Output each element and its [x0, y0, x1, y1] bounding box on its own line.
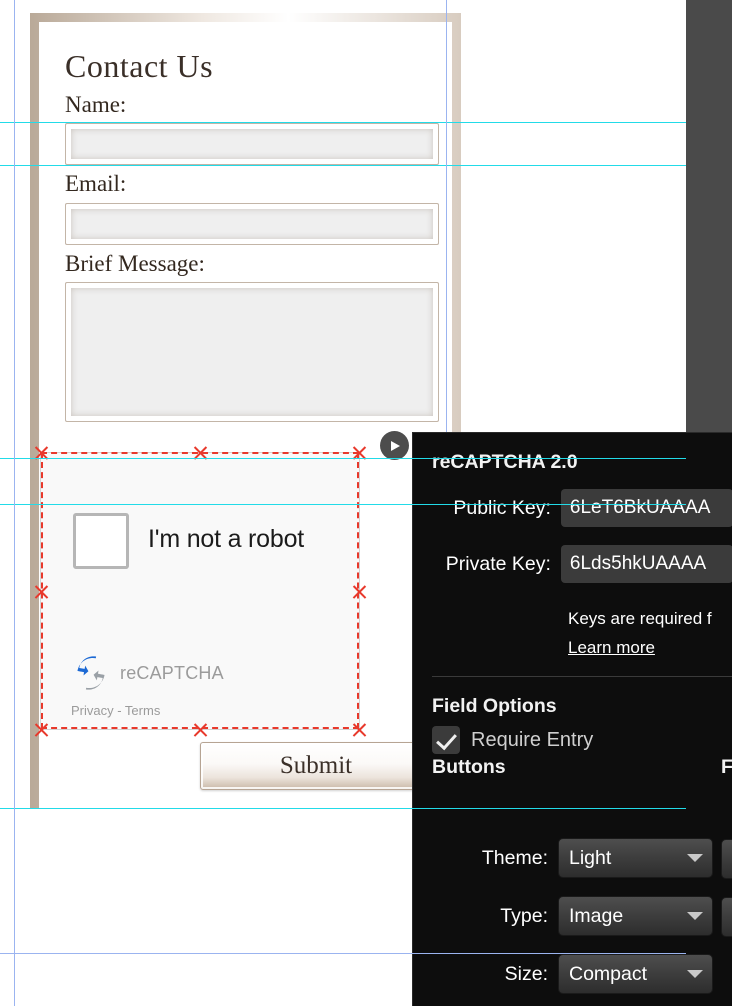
selection-handle-bottom-left[interactable] — [33, 721, 50, 738]
contact-form-body: Contact Us Name: Email: Brief Message: — [65, 46, 439, 423]
name-field-label: Name: — [65, 92, 127, 117]
message-field-label: Brief Message: — [65, 250, 205, 276]
panel-title: reCAPTCHA 2.0 — [432, 451, 578, 473]
guide-horizontal-4[interactable] — [0, 504, 686, 505]
require-entry-label: Require Entry — [471, 728, 594, 751]
guide-vertical-2[interactable] — [446, 0, 447, 432]
recaptcha-brand-label: reCAPTCHA — [120, 662, 224, 683]
require-entry-row[interactable]: Require Entry — [432, 726, 593, 754]
selection-handle-bottom-right[interactable] — [351, 721, 368, 738]
chevron-down-icon — [687, 970, 703, 978]
learn-more-link[interactable]: Learn more — [568, 638, 655, 658]
recaptcha-checkbox[interactable] — [73, 513, 129, 569]
email-field-label: Email: — [65, 171, 127, 197]
chevron-down-icon — [687, 854, 703, 862]
type-label: Type: — [500, 904, 548, 927]
buttons-heading: Buttons — [432, 756, 506, 778]
size-label: Size: — [504, 962, 548, 985]
public-key-label: Public Key: — [453, 496, 551, 519]
private-key-input[interactable]: 6Lds5hkUAAAA — [560, 545, 732, 583]
size-dropdown[interactable]: Compact — [558, 954, 713, 994]
recaptcha-logo-icon — [77, 656, 105, 690]
theme-row: Theme: Light — [413, 838, 732, 878]
public-key-input[interactable]: 6LeT6BkUAAAA — [560, 489, 732, 527]
guide-horizontal-3[interactable] — [0, 458, 686, 459]
guide-horizontal-6[interactable] — [0, 953, 686, 954]
public-key-row: Public Key: 6LeT6BkUAAAA — [413, 489, 732, 527]
right-column-heading: F — [721, 756, 732, 778]
chevron-down-icon — [687, 912, 703, 920]
theme-label: Theme: — [481, 846, 548, 869]
submit-button[interactable]: Submit — [200, 742, 432, 790]
email-input[interactable] — [65, 202, 439, 245]
guide-horizontal-5[interactable] — [0, 808, 686, 809]
screenshot-root: Contact Us Name: Email: Brief Message: I… — [0, 0, 732, 1006]
field-options-heading: Field Options — [432, 695, 557, 717]
recaptcha-widget[interactable]: I'm not a robot reCAPTCHA Privacy - Term… — [40, 452, 360, 730]
guide-horizontal-2[interactable] — [0, 165, 686, 166]
private-key-label: Private Key: — [445, 552, 551, 575]
selection-handle-bottom-center[interactable] — [192, 721, 209, 738]
size-row: Size: Compact — [413, 954, 732, 994]
selection-handle-middle-left[interactable] — [33, 583, 50, 600]
recaptcha-logo-group: reCAPTCHA — [71, 653, 224, 693]
theme-value: Light — [569, 846, 612, 869]
private-key-row: Private Key: 6Lds5hkUAAAA — [413, 545, 732, 583]
size-value: Compact — [569, 962, 648, 985]
name-input[interactable] — [65, 123, 439, 166]
page-title: Contact Us — [65, 48, 214, 84]
play-triangle — [391, 440, 401, 451]
require-entry-checkbox[interactable] — [432, 726, 460, 754]
selection-handle-middle-right[interactable] — [351, 583, 368, 600]
right-column-dropdown-2[interactable] — [721, 897, 732, 937]
panel-divider — [432, 676, 732, 677]
keys-required-hint: Keys are required f — [568, 609, 712, 628]
message-textarea[interactable] — [65, 282, 439, 423]
type-dropdown[interactable]: Image — [558, 896, 713, 936]
type-value: Image — [569, 904, 624, 927]
type-row: Type: Image — [413, 896, 732, 936]
right-column-dropdown-1[interactable] — [721, 839, 732, 879]
theme-dropdown[interactable]: Light — [558, 838, 713, 878]
play-icon[interactable] — [380, 431, 409, 460]
guide-horizontal-1[interactable] — [0, 122, 686, 123]
recaptcha-terms-link[interactable]: Privacy - Terms — [71, 703, 160, 718]
recaptcha-checkbox-label: I'm not a robot — [148, 525, 305, 553]
recaptcha-properties-panel: reCAPTCHA 2.0 Public Key: 6LeT6BkUAAAA P… — [412, 432, 732, 1006]
guide-vertical-1[interactable] — [14, 0, 15, 1006]
